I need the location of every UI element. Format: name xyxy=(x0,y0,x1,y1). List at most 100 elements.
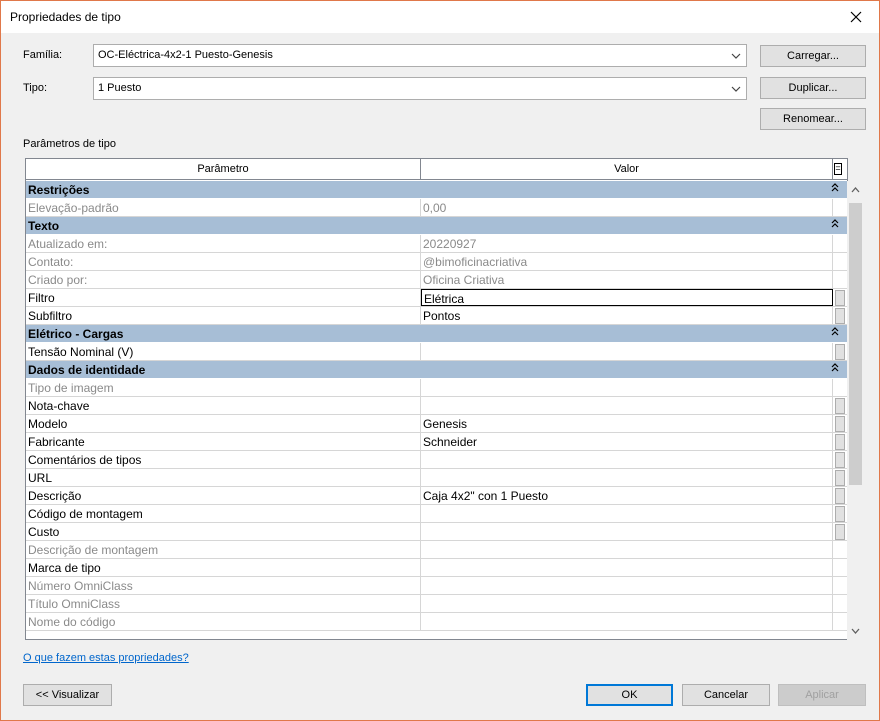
parameter-row[interactable]: Custo xyxy=(26,523,847,541)
parameter-value[interactable]: Pontos xyxy=(421,307,833,324)
formula-button[interactable] xyxy=(835,290,845,306)
parameter-value: @bimoficinacriativa xyxy=(421,253,833,270)
type-parameters-label: Parâmetros de tipo xyxy=(23,138,116,150)
collapse-icon[interactable] xyxy=(831,363,839,375)
parameter-row: Nome do código xyxy=(26,613,847,631)
parameter-name: Subfiltro xyxy=(26,307,421,324)
parameter-value[interactable]: Elétrica xyxy=(421,289,833,306)
parameter-value[interactable] xyxy=(421,451,833,468)
group-name: Texto xyxy=(28,219,60,233)
parameter-name: Nota-chave xyxy=(26,397,421,414)
parameter-row[interactable]: URL xyxy=(26,469,847,487)
parameter-value xyxy=(421,577,833,594)
parameter-name: Comentários de tipos xyxy=(26,451,421,468)
parameter-row[interactable]: Código de montagem xyxy=(26,505,847,523)
apply-button: Aplicar xyxy=(778,684,866,706)
parameter-row[interactable]: Nota-chave xyxy=(26,397,847,415)
type-dropdown[interactable]: 1 Puesto xyxy=(93,77,747,100)
parameter-row[interactable]: Comentários de tipos xyxy=(26,451,847,469)
family-value: OC-Eléctrica-4x2-1 Puesto-Genesis xyxy=(98,49,273,61)
parameter-row[interactable]: Marca de tipo xyxy=(26,559,847,577)
scrollbar-thumb[interactable] xyxy=(849,203,862,485)
close-button[interactable] xyxy=(833,1,879,33)
parameter-row[interactable]: Tensão Nominal (V) xyxy=(26,343,847,361)
formula-button[interactable] xyxy=(835,524,845,540)
parameter-row[interactable]: Filtro Elétrica xyxy=(26,289,847,307)
parameter-name: Elevação-padrão xyxy=(26,199,421,216)
duplicate-button[interactable]: Duplicar... xyxy=(760,77,866,99)
load-button[interactable]: Carregar... xyxy=(760,45,866,67)
column-header-value[interactable]: Valor xyxy=(421,159,833,179)
formula-button[interactable] xyxy=(835,416,845,432)
parameter-name: Número OmniClass xyxy=(26,577,421,594)
parameter-value[interactable]: Schneider xyxy=(421,433,833,450)
help-link[interactable]: O que fazem estas propriedades? xyxy=(23,652,189,664)
scroll-up-arrow-icon[interactable] xyxy=(850,185,861,195)
formula-button[interactable] xyxy=(835,344,845,360)
parameter-row[interactable]: Modelo Genesis xyxy=(26,415,847,433)
cancel-button[interactable]: Cancelar xyxy=(682,684,770,706)
parameter-value xyxy=(421,613,833,630)
parameter-row: Número OmniClass xyxy=(26,577,847,595)
collapse-icon[interactable] xyxy=(831,183,839,195)
preview-button[interactable]: << Visualizar xyxy=(23,684,112,706)
parameter-value[interactable] xyxy=(421,559,833,576)
parameter-row[interactable]: Descrição Caja 4x2" con 1 Puesto xyxy=(26,487,847,505)
parameter-row: Contato: @bimoficinacriativa xyxy=(26,253,847,271)
type-value: 1 Puesto xyxy=(98,82,142,94)
group-name: Dados de identidade xyxy=(28,363,146,377)
formula-button[interactable] xyxy=(835,488,845,504)
parameter-name: Contato: xyxy=(26,253,421,270)
parameter-row[interactable]: Fabricante Schneider xyxy=(26,433,847,451)
group-header-row[interactable]: Elétrico - Cargas xyxy=(26,325,847,343)
parameter-name: Criado por: xyxy=(26,271,421,288)
parameter-value: 20220927 xyxy=(421,235,833,252)
rename-button[interactable]: Renomear... xyxy=(760,108,866,130)
parameter-row: Tipo de imagem xyxy=(26,379,847,397)
column-toggle-icon[interactable]: = xyxy=(834,163,842,175)
parameter-value[interactable] xyxy=(421,343,833,360)
parameter-value[interactable] xyxy=(421,523,833,540)
formula-button[interactable] xyxy=(835,470,845,486)
collapse-icon[interactable] xyxy=(831,219,839,231)
parameter-name: Custo xyxy=(26,523,421,540)
parameter-name: Marca de tipo xyxy=(26,559,421,576)
parameter-value[interactable]: Caja 4x2" con 1 Puesto xyxy=(421,487,833,504)
family-dropdown[interactable]: OC-Eléctrica-4x2-1 Puesto-Genesis xyxy=(93,44,747,67)
formula-button[interactable] xyxy=(835,452,845,468)
parameter-value[interactable] xyxy=(421,397,833,414)
parameter-name: Descrição de montagem xyxy=(26,541,421,558)
parameter-row[interactable]: Subfiltro Pontos xyxy=(26,307,847,325)
parameter-name: Tensão Nominal (V) xyxy=(26,343,421,360)
parameter-value[interactable]: Genesis xyxy=(421,415,833,432)
parameter-value[interactable] xyxy=(421,505,833,522)
ok-button[interactable]: OK xyxy=(586,684,673,706)
formula-button[interactable] xyxy=(835,434,845,450)
collapse-icon[interactable] xyxy=(831,327,839,339)
group-name: Restrições xyxy=(28,183,90,197)
formula-button[interactable] xyxy=(835,506,845,522)
scroll-down-arrow-icon[interactable] xyxy=(850,626,861,636)
parameter-row: Atualizado em: 20220927 xyxy=(26,235,847,253)
parameter-row: Título OmniClass xyxy=(26,595,847,613)
group-header-row[interactable]: Restrições xyxy=(26,181,847,199)
column-header-parameter[interactable]: Parâmetro xyxy=(26,159,421,179)
formula-button[interactable] xyxy=(835,398,845,414)
vertical-scrollbar[interactable] xyxy=(847,181,864,640)
parameter-value xyxy=(421,595,833,612)
group-header-row[interactable]: Texto xyxy=(26,217,847,235)
parameter-value xyxy=(421,541,833,558)
parameter-row: Criado por: Oficina Criativa xyxy=(26,271,847,289)
parameter-name: Tipo de imagem xyxy=(26,379,421,396)
grid-rows: Restrições Elevação-padrão 0,00 Texto Atuali… xyxy=(26,181,847,631)
parameter-name: Modelo xyxy=(26,415,421,432)
formula-button[interactable] xyxy=(835,308,845,324)
group-name: Elétrico - Cargas xyxy=(28,327,124,341)
group-header-row[interactable]: Dados de identidade xyxy=(26,361,847,379)
parameter-value xyxy=(421,379,833,396)
parameter-value[interactable] xyxy=(421,469,833,486)
parameter-name: Título OmniClass xyxy=(26,595,421,612)
parameter-name: Nome do código xyxy=(26,613,421,630)
parameter-value: 0,00 xyxy=(421,199,833,216)
family-label: Família: xyxy=(23,49,63,61)
